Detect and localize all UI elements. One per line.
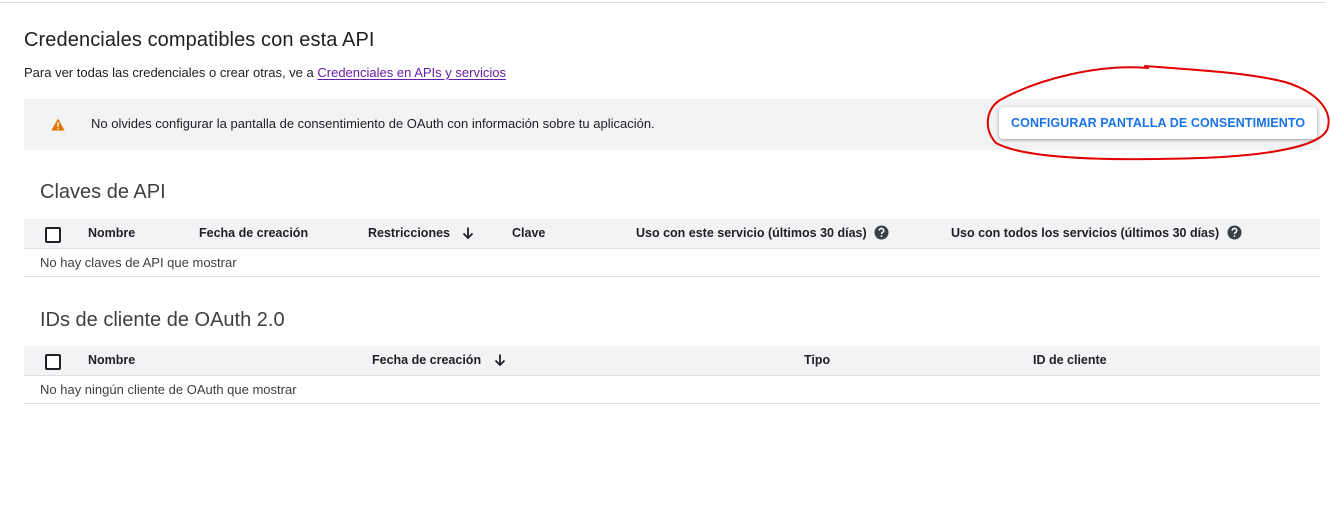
credentials-link[interactable]: Credenciales en APIs y servicios bbox=[317, 65, 506, 80]
api-keys-header-row: Nombre Fecha de creación Restricciones C… bbox=[24, 219, 1320, 249]
help-icon[interactable] bbox=[874, 225, 889, 240]
api-keys-title: Claves de API bbox=[40, 181, 166, 203]
page-subtitle: Para ver todas las credenciales o crear … bbox=[24, 65, 506, 80]
oauth-clients-title: IDs de cliente de OAuth 2.0 bbox=[40, 309, 285, 331]
api-keys-empty-row: No hay claves de API que mostrar bbox=[24, 248, 1320, 277]
column-key[interactable]: Clave bbox=[512, 219, 545, 248]
column-name[interactable]: Nombre bbox=[88, 219, 135, 248]
banner-message: No olvides configurar la pantalla de con… bbox=[91, 116, 655, 131]
column-usage-service-label: Uso con este servicio (últimos 30 días) bbox=[636, 226, 867, 240]
column-restrictions[interactable]: Restricciones bbox=[368, 219, 475, 248]
oauth-header-row: Nombre Fecha de creación Tipo ID de clie… bbox=[24, 346, 1320, 376]
oauth-consent-banner: No olvides configurar la pantalla de con… bbox=[24, 99, 1320, 150]
top-divider bbox=[0, 2, 1325, 3]
column-usage-all-label: Uso con todos los servicios (últimos 30 … bbox=[951, 226, 1220, 240]
column-created[interactable]: Fecha de creación bbox=[372, 346, 507, 375]
column-restrictions-label: Restricciones bbox=[368, 226, 450, 240]
select-all-api-keys-checkbox[interactable] bbox=[45, 227, 61, 243]
arrow-down-icon[interactable] bbox=[461, 226, 475, 240]
column-created-label: Fecha de creación bbox=[372, 353, 482, 367]
oauth-empty-row: No hay ningún cliente de OAuth que mostr… bbox=[24, 375, 1320, 404]
column-usage-all[interactable]: Uso con todos los servicios (últimos 30 … bbox=[951, 219, 1242, 248]
configure-consent-screen-button[interactable]: CONFIGURAR PANTALLA DE CONSENTIMIENTO bbox=[999, 107, 1318, 139]
arrow-down-icon[interactable] bbox=[493, 353, 507, 367]
help-icon[interactable] bbox=[1227, 225, 1242, 240]
column-created[interactable]: Fecha de creación bbox=[199, 219, 308, 248]
warning-icon bbox=[51, 118, 65, 131]
oauth-empty-text: No hay ningún cliente de OAuth que mostr… bbox=[40, 382, 297, 397]
subtitle-text: Para ver todas las credenciales o crear … bbox=[24, 65, 318, 80]
page-title: Credenciales compatibles con esta API bbox=[24, 29, 375, 51]
column-name[interactable]: Nombre bbox=[88, 346, 135, 375]
column-type[interactable]: Tipo bbox=[804, 346, 830, 375]
column-usage-service[interactable]: Uso con este servicio (últimos 30 días) bbox=[636, 219, 889, 248]
api-keys-empty-text: No hay claves de API que mostrar bbox=[40, 255, 237, 270]
column-client-id[interactable]: ID de cliente bbox=[1033, 346, 1107, 375]
select-all-oauth-checkbox[interactable] bbox=[45, 354, 61, 370]
